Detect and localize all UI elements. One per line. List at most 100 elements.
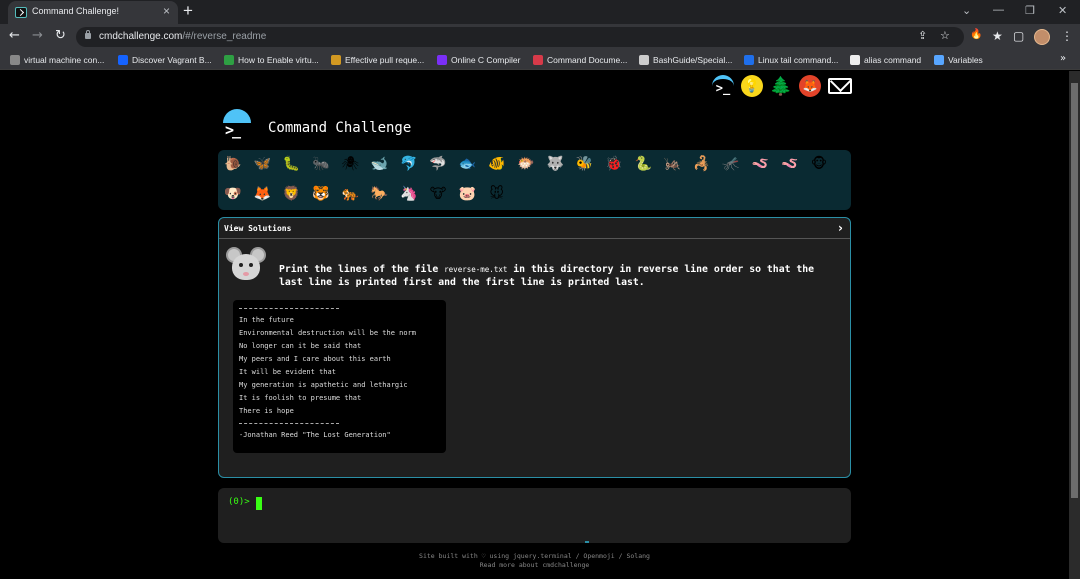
- challenge-animal-icon[interactable]: 🦋: [251, 153, 273, 175]
- challenge-animal-icon[interactable]: 🕷: [339, 153, 361, 175]
- challenge-animal-icon[interactable]: 🐬: [398, 153, 420, 175]
- tab-close-icon[interactable]: ×: [163, 4, 170, 18]
- attribution: -Jonathan Reed "The Lost Generation": [239, 431, 391, 439]
- file-line: It will be evident that: [239, 368, 336, 376]
- terminal-prompt: (0)>: [228, 497, 250, 507]
- challenge-animal-icon[interactable]: 🦈: [427, 153, 449, 175]
- view-solutions-bar[interactable]: View Solutions ›: [219, 218, 850, 239]
- footer-credits[interactable]: Site built with ♡ using jquery.terminal …: [218, 552, 851, 561]
- challenge-animal-icon[interactable]: 🦂: [691, 153, 713, 175]
- terminal-input[interactable]: (0)>: [218, 488, 851, 543]
- terminal-favicon-icon: [15, 7, 27, 18]
- bookmark-item[interactable]: Command Docume...: [533, 54, 627, 66]
- bookmark-item[interactable]: Variables: [934, 54, 983, 66]
- challenge-animal-icon[interactable]: 🦄: [398, 183, 420, 205]
- bookmark-item[interactable]: BashGuide/Special...: [639, 54, 732, 66]
- tab-search-icon[interactable]: ⌄: [962, 4, 971, 17]
- page-content: >_ 💡 🌲 🦊 >_ Command Challenge 🐌 🦋 🐛 🐜 🕷 🐋 🐬 🦈 🐟 🐠…: [0, 71, 1069, 579]
- footer-about-link[interactable]: Read more about cmdchallenge: [218, 561, 851, 570]
- share-icon[interactable]: ⇪: [918, 29, 927, 42]
- chevron-right-icon[interactable]: ›: [838, 221, 843, 235]
- side-panel-icon[interactable]: ▢: [1013, 29, 1024, 43]
- extension-icon[interactable]: 🔥: [970, 29, 982, 40]
- challenge-animal-icon[interactable]: 🦊: [251, 183, 273, 205]
- gitlab-icon[interactable]: 🦊: [799, 75, 821, 97]
- bookmark-favicon-icon: [10, 55, 20, 65]
- challenge-animal-icon[interactable]: 🐟: [456, 153, 478, 175]
- close-window-button[interactable]: ✕: [1058, 4, 1067, 17]
- hint-bulb-icon[interactable]: 💡: [741, 75, 763, 97]
- challenge-animal-icon[interactable]: 🐍: [632, 153, 654, 175]
- challenge-animal-icon[interactable]: 🐛: [281, 153, 303, 175]
- browser-tab-bar: Command Challenge! × + ⌄ — ❐ ✕: [0, 0, 1080, 24]
- challenge-animal-icon[interactable]: 🦁: [281, 183, 303, 205]
- bookmark-favicon-icon: [744, 55, 754, 65]
- bookmark-item[interactable]: alias command: [850, 54, 921, 66]
- terminal-cursor[interactable]: [256, 497, 262, 510]
- challenge-animal-icon[interactable]: 🐷: [456, 183, 478, 205]
- profile-avatar[interactable]: [1034, 29, 1050, 45]
- challenge-animal-icon[interactable]: 🪱: [749, 153, 771, 175]
- resize-handle[interactable]: [585, 541, 589, 543]
- filename: reverse-me.txt: [444, 265, 508, 274]
- challenge-animal-icon[interactable]: 🐠: [486, 153, 508, 175]
- bookmark-label: virtual machine con...: [24, 55, 105, 65]
- file-line: No longer can it be said that: [239, 342, 362, 350]
- browser-tab[interactable]: Command Challenge! ×: [8, 1, 178, 24]
- bookmark-item[interactable]: Linux tail command...: [744, 54, 838, 66]
- bookmark-item[interactable]: Effective pull reque...: [331, 54, 424, 66]
- puzzle-extensions-icon[interactable]: ★: [992, 29, 1003, 43]
- url-text[interactable]: cmdchallenge.com/#/reverse_readme: [99, 31, 266, 42]
- bookmark-item[interactable]: Online C Compiler: [437, 54, 520, 66]
- challenge-animal-icon[interactable]: 🐯: [310, 183, 332, 205]
- file-contents: In the future Environmental destruction …: [233, 300, 446, 453]
- bookmark-label: Variables: [948, 55, 983, 65]
- challenge-animal-icon[interactable]: 🐝: [574, 153, 596, 175]
- scrollbar-thumb[interactable]: [1071, 83, 1078, 498]
- back-icon[interactable]: ←: [9, 28, 20, 43]
- bookmark-label: BashGuide/Special...: [653, 55, 733, 65]
- tree-icon[interactable]: 🌲: [770, 75, 792, 97]
- bookmark-favicon-icon: [331, 55, 341, 65]
- challenge-animal-icon[interactable]: 🐡: [515, 153, 537, 175]
- bookmark-star-icon[interactable]: ☆: [940, 29, 950, 42]
- challenge-animal-icon[interactable]: 🐞: [603, 153, 625, 175]
- challenge-animal-icon[interactable]: 🐵: [808, 153, 830, 175]
- challenge-animal-icon[interactable]: 🐭: [486, 183, 508, 205]
- bookmark-label: Effective pull reque...: [345, 55, 425, 65]
- address-bar[interactable]: cmdchallenge.com/#/reverse_readme ⇪ ☆: [76, 27, 964, 47]
- page-scrollbar[interactable]: [1069, 71, 1080, 579]
- new-tab-button[interactable]: +: [183, 1, 193, 21]
- restore-button[interactable]: ❐: [1025, 4, 1035, 17]
- minimize-button[interactable]: —: [993, 4, 1004, 16]
- browser-menu-icon[interactable]: ⋮: [1061, 29, 1073, 43]
- mouse-icon: [225, 245, 267, 283]
- reload-icon[interactable]: ↻: [55, 28, 66, 43]
- bookmark-item[interactable]: virtual machine con...: [10, 54, 104, 66]
- challenge-animal-icon[interactable]: 🐜: [310, 153, 332, 175]
- site-footer: Site built with ♡ using jquery.terminal …: [218, 552, 851, 570]
- mail-icon[interactable]: [828, 78, 852, 94]
- lock-icon[interactable]: [85, 30, 91, 39]
- forward-icon[interactable]: →: [32, 28, 43, 43]
- terminal-icon[interactable]: >_: [712, 75, 734, 97]
- challenge-animal-icon[interactable]: 🦟: [720, 153, 742, 175]
- challenge-animal-icon[interactable]: 🐮: [427, 183, 449, 205]
- description-prefix: Print the lines of the file: [279, 264, 445, 275]
- challenge-animal-icon[interactable]: 🦗: [662, 153, 684, 175]
- challenge-animal-icon[interactable]: 🐌: [222, 153, 244, 175]
- logo-prompt-icon: >_: [225, 121, 241, 139]
- file-line: It is foolish to presume that: [239, 394, 362, 402]
- bookmarks-bar: virtual machine con... Discover Vagrant …: [0, 50, 1080, 70]
- challenge-animal-icon[interactable]: 🪱: [779, 153, 801, 175]
- challenge-animal-icon[interactable]: 🐋: [369, 153, 391, 175]
- bookmark-item[interactable]: How to Enable virtu...: [224, 54, 319, 66]
- bookmark-favicon-icon: [437, 55, 447, 65]
- more-bookmarks-icon[interactable]: »: [1060, 53, 1066, 64]
- challenge-animal-icon[interactable]: 🐶: [222, 183, 244, 205]
- bookmark-item[interactable]: Discover Vagrant B...: [118, 54, 212, 66]
- challenge-animal-icon[interactable]: 🐎: [369, 183, 391, 205]
- challenge-animal-icon[interactable]: 🐅: [339, 183, 361, 205]
- challenge-animal-icon[interactable]: 🐺: [544, 153, 566, 175]
- browser-toolbar: ← → ↻ cmdchallenge.com/#/reverse_readme …: [0, 24, 1080, 50]
